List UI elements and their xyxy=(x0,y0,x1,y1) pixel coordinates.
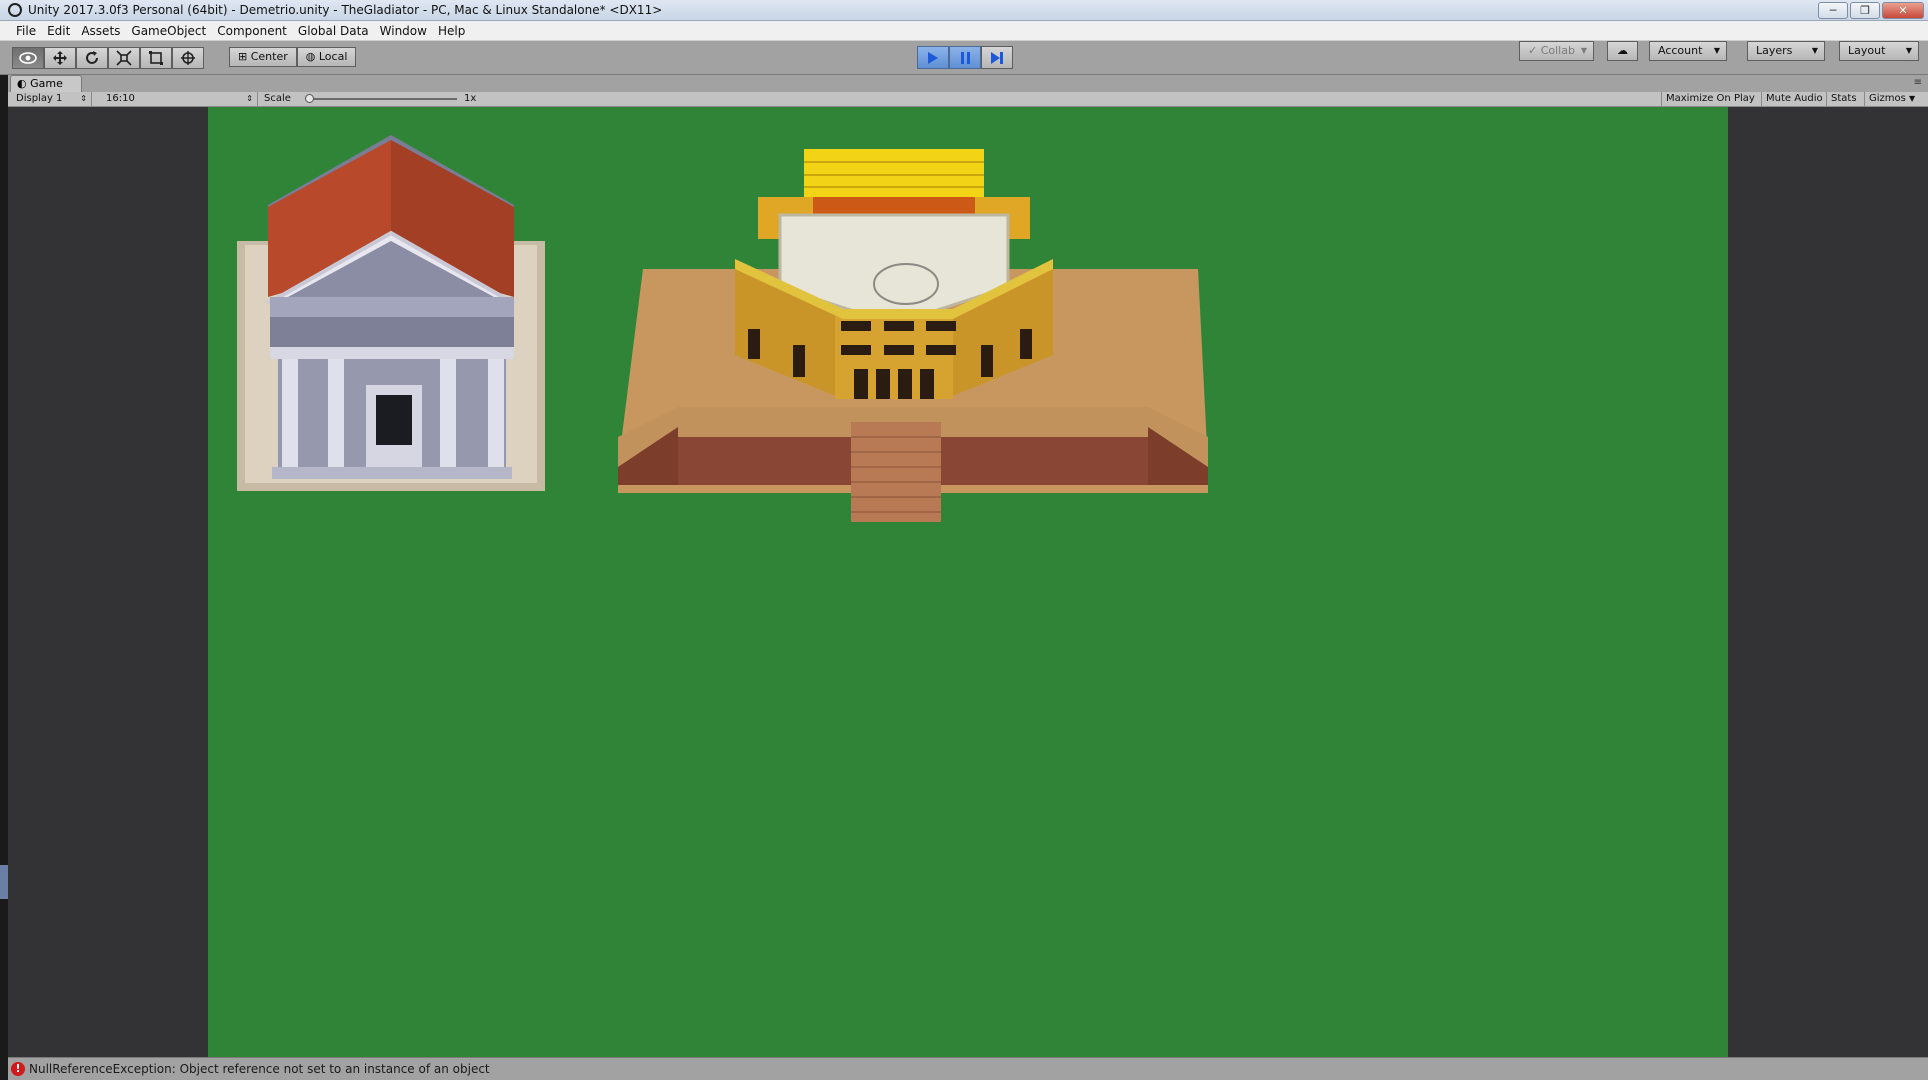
status-bar[interactable]: ! NullReferenceException: Object referen… xyxy=(8,1057,1928,1080)
game-tab-label: Game xyxy=(30,77,63,90)
minimize-button[interactable]: ─ xyxy=(1818,2,1848,19)
scale-label: Scale xyxy=(264,93,291,104)
error-icon: ! xyxy=(11,1062,25,1076)
chevron-down-icon: ▼ xyxy=(1909,94,1916,103)
cloud-icon: ☁ xyxy=(1617,44,1628,57)
pivot-local-toggle[interactable]: ◍ Local xyxy=(296,47,357,67)
chevron-updown-icon: ⇕ xyxy=(80,94,87,103)
maximize-on-play-toggle[interactable]: Maximize On Play xyxy=(1661,92,1759,107)
main-toolbar: ⊞ Center ◍ Local ✓ Collab ▼ ☁ Account ▼ La… xyxy=(0,41,1928,75)
step-icon xyxy=(991,51,1003,64)
rotate-tool-button[interactable] xyxy=(76,47,108,69)
account-label: Account xyxy=(1658,44,1703,57)
pause-icon xyxy=(960,51,970,64)
move-tool-button[interactable] xyxy=(44,47,76,69)
transform-tool-button[interactable] xyxy=(172,47,204,69)
view-tool-button[interactable] xyxy=(12,47,44,69)
scale-value: 1x xyxy=(464,93,477,104)
account-dropdown[interactable]: Account ▼ xyxy=(1649,41,1727,61)
rect-icon xyxy=(149,51,163,65)
menu-file[interactable]: File xyxy=(14,24,45,38)
scale-slider[interactable] xyxy=(309,98,457,100)
playback-controls xyxy=(917,46,1013,69)
globe-icon: ◍ xyxy=(305,50,319,63)
collab-label: Collab xyxy=(1540,44,1575,57)
pivot-controls: ⊞ Center ◍ Local xyxy=(229,47,357,67)
window-title: Unity 2017.3.0f3 Personal (64bit) - Deme… xyxy=(28,3,663,17)
tab-options-icon[interactable]: ≡ xyxy=(1914,77,1922,88)
layout-dropdown[interactable]: Layout ▼ xyxy=(1839,41,1919,61)
pivot-rotation-label: Local xyxy=(318,50,348,63)
chevron-down-icon: ▼ xyxy=(1811,46,1818,55)
display-label: Display 1 xyxy=(16,93,63,104)
rect-tool-button[interactable] xyxy=(140,47,172,69)
menu-assets[interactable]: Assets xyxy=(79,24,129,38)
pivot-center-toggle[interactable]: ⊞ Center xyxy=(229,47,297,67)
pause-button[interactable] xyxy=(949,46,981,69)
scale-tool-button[interactable] xyxy=(108,47,140,69)
gizmos-label: Gizmos xyxy=(1869,93,1906,104)
chevron-updown-icon: ⇕ xyxy=(246,94,253,103)
left-edge-strip xyxy=(0,75,8,1080)
console-message[interactable]: NullReferenceException: Object reference… xyxy=(29,1062,490,1076)
aspect-label: 16:10 xyxy=(106,93,135,104)
step-button[interactable] xyxy=(981,46,1013,69)
transform-tools xyxy=(12,47,204,69)
layers-label: Layers xyxy=(1756,44,1793,57)
eye-icon xyxy=(19,52,37,64)
mute-audio-toggle[interactable]: Mute Audio xyxy=(1761,92,1827,107)
collab-button[interactable]: ✓ Collab ▼ xyxy=(1519,41,1594,61)
colosseum-sprite xyxy=(618,149,1208,522)
game-scene xyxy=(237,135,1208,522)
game-view-controls: Display 1 ⇕ 16:10 ⇕ Scale 1x Maximize On P… xyxy=(8,92,1928,107)
play-icon xyxy=(928,51,938,64)
pivot-icon: ⊞ xyxy=(238,50,251,63)
chevron-down-icon: ▼ xyxy=(1905,46,1912,55)
scale-icon xyxy=(116,50,132,66)
rotate-icon xyxy=(86,51,98,64)
menu-help[interactable]: Help xyxy=(436,24,474,38)
unity-logo-icon xyxy=(8,3,22,17)
move-icon xyxy=(53,51,67,65)
game-screen[interactable] xyxy=(208,107,1728,1057)
play-button[interactable] xyxy=(917,46,949,69)
layers-dropdown[interactable]: Layers ▼ xyxy=(1747,41,1825,61)
transform-icon xyxy=(181,51,195,65)
menu-component[interactable]: Component xyxy=(215,24,296,38)
tab-bar: ◐ Game ≡ xyxy=(0,75,1928,92)
edge-marker xyxy=(0,865,8,899)
close-button[interactable]: ✕ xyxy=(1882,2,1924,19)
window-controls: ─ ❐ ✕ xyxy=(1818,2,1924,19)
menu-window[interactable]: Window xyxy=(378,24,436,38)
chevron-down-icon: ▼ xyxy=(1580,46,1587,55)
scale-slider-knob[interactable] xyxy=(305,94,314,103)
game-tab-icon: ◐ xyxy=(17,77,31,90)
layout-label: Layout xyxy=(1848,44,1886,57)
gizmos-dropdown[interactable]: Gizmos ▼ xyxy=(1864,92,1928,107)
menu-bar: File Edit Assets GameObject Component Gl… xyxy=(0,21,1928,41)
restore-button[interactable]: ❐ xyxy=(1850,2,1880,19)
display-dropdown[interactable]: Display 1 ⇕ xyxy=(8,92,92,107)
menu-edit[interactable]: Edit xyxy=(45,24,79,38)
chevron-down-icon: ▼ xyxy=(1713,46,1720,55)
menu-global-data[interactable]: Global Data xyxy=(296,24,378,38)
checkmark-icon: ✓ xyxy=(1528,44,1541,57)
menu-gameobject[interactable]: GameObject xyxy=(129,24,215,38)
pivot-label: Center xyxy=(250,50,288,63)
temple-sprite xyxy=(237,135,545,491)
stats-toggle[interactable]: Stats xyxy=(1826,92,1861,107)
title-bar: Unity 2017.3.0f3 Personal (64bit) - Deme… xyxy=(0,0,1928,21)
tab-game[interactable]: ◐ Game xyxy=(10,75,82,92)
aspect-dropdown[interactable]: 16:10 ⇕ xyxy=(98,92,258,107)
cloud-button[interactable]: ☁ xyxy=(1607,41,1638,61)
